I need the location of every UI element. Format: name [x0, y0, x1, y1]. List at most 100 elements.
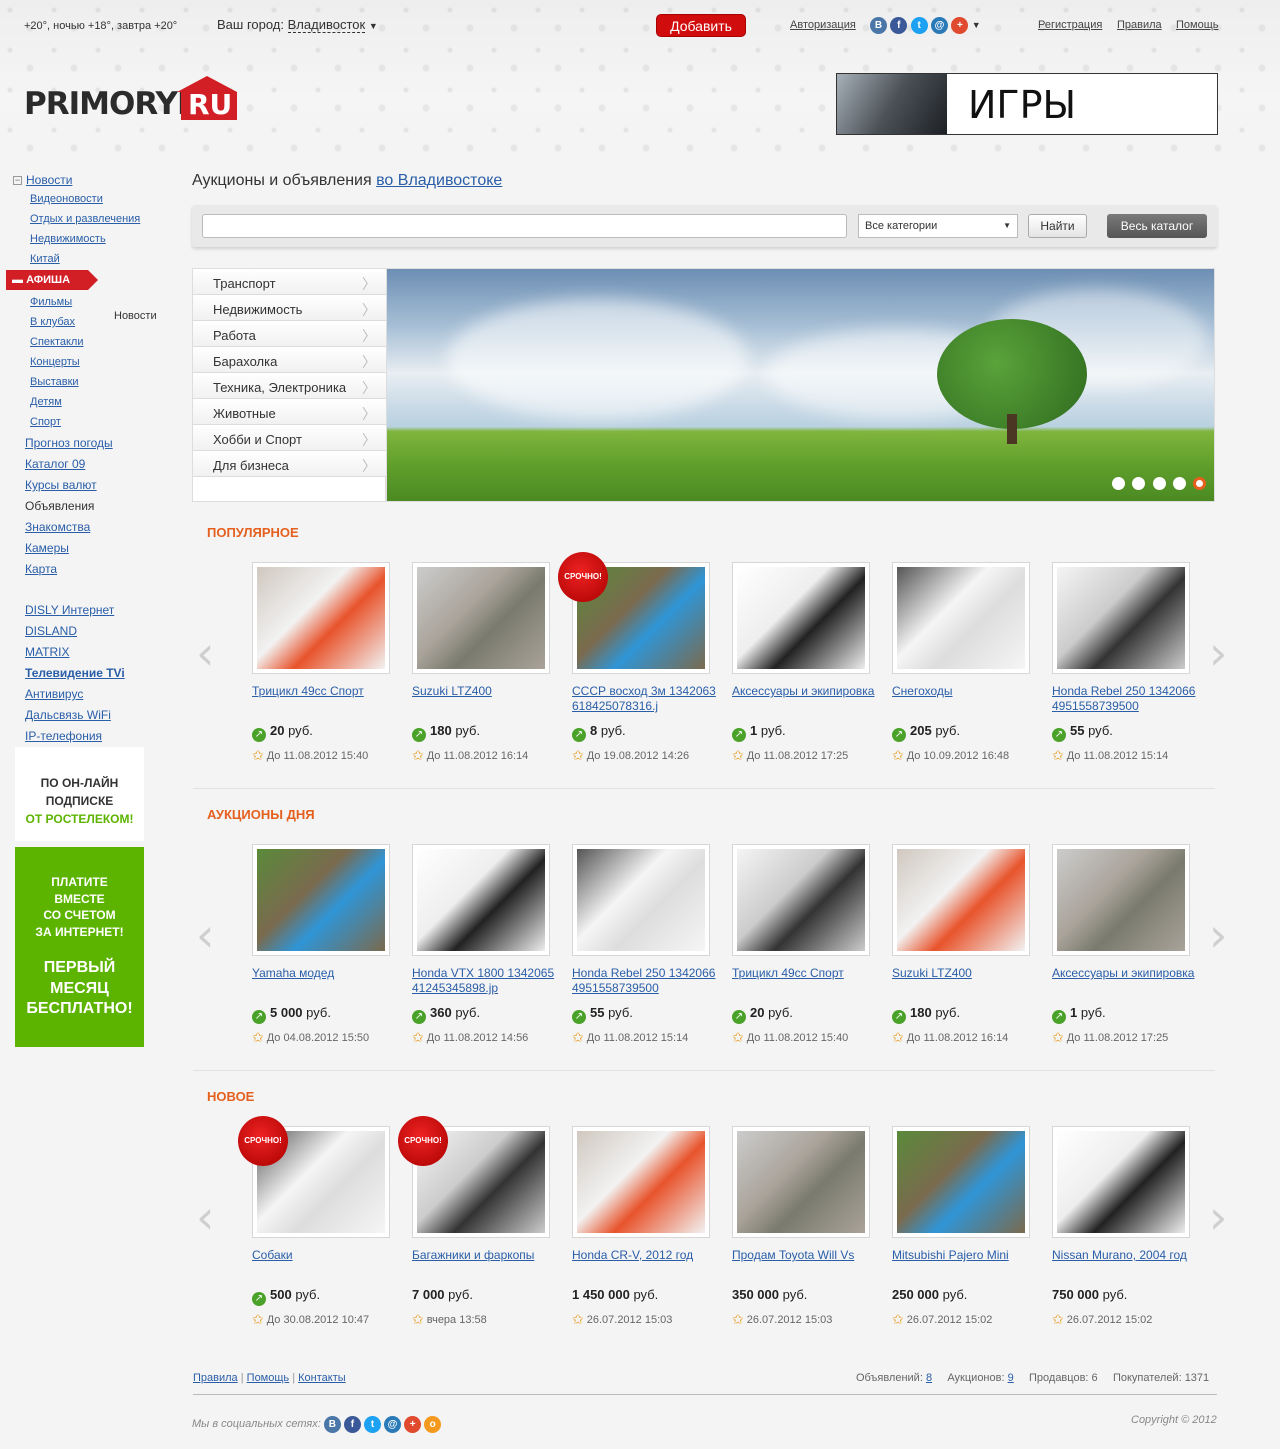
auctions-count-link[interactable]: 9	[1008, 1372, 1014, 1384]
nav-news-leisure[interactable]: Отдых и развлечения	[30, 213, 140, 225]
nav-ads-current[interactable]: Объявления	[25, 499, 94, 513]
nav-afisha-sport[interactable]: Спорт	[30, 416, 61, 428]
auth-link[interactable]: Авторизация	[790, 19, 856, 31]
nav-catalog[interactable]: Каталог 09	[25, 457, 85, 471]
item-image[interactable]	[252, 844, 390, 956]
favorite-star-icon[interactable]: ✩	[1052, 1029, 1064, 1046]
add-button[interactable]: Добавить	[656, 14, 746, 37]
nav-afisha-concerts[interactable]: Концерты	[30, 356, 80, 368]
mail-icon[interactable]: @	[931, 17, 949, 34]
favorite-star-icon[interactable]: ✩	[892, 1029, 904, 1046]
favorite-star-icon[interactable]: ✩	[412, 1311, 424, 1328]
google-icon[interactable]: +	[951, 17, 969, 34]
arrow-right-icon[interactable]: ›	[1209, 628, 1227, 678]
partner-wifi[interactable]: Дальсвязь WiFi	[25, 708, 111, 722]
category-animals[interactable]: Животные 〉	[193, 399, 386, 425]
city-link[interactable]: Владивосток	[287, 17, 366, 33]
item-title-link[interactable]: Трицикл 49сс Спорт	[252, 684, 397, 699]
nav-news-video[interactable]: Видеоновости	[30, 193, 103, 205]
nav-dating[interactable]: Знакомства	[25, 520, 90, 534]
item-title-link[interactable]: Yamaha модед	[252, 966, 397, 981]
partner-ip-phone[interactable]: IP-телефония	[25, 729, 102, 743]
item-image[interactable]	[892, 1126, 1030, 1238]
item-image[interactable]	[412, 562, 550, 674]
item-title-link[interactable]: Nissan Murano, 2004 год	[1052, 1248, 1197, 1263]
nav-map[interactable]: Карта	[25, 562, 57, 576]
category-realty[interactable]: Недвижимость 〉	[193, 295, 386, 321]
nav-news-china[interactable]: Китай	[30, 253, 60, 265]
find-button[interactable]: Найти	[1028, 214, 1087, 238]
nav-weather[interactable]: Прогноз погоды	[25, 436, 113, 450]
nav-news[interactable]: Новости	[26, 173, 72, 187]
chevron-down-icon[interactable]: ▼	[369, 21, 378, 31]
odnoklassniki-icon[interactable]: о	[424, 1416, 442, 1433]
slider-dot[interactable]	[1112, 477, 1125, 490]
vk-icon[interactable]: В	[870, 17, 887, 34]
search-input[interactable]	[202, 214, 847, 238]
favorite-star-icon[interactable]: ✩	[892, 1311, 904, 1328]
item-title-link[interactable]: Аксессуары и экипировка	[732, 684, 877, 699]
arrow-left-icon[interactable]: ‹	[196, 910, 214, 960]
catalog-button[interactable]: Весь каталог	[1107, 214, 1207, 238]
nav-currency[interactable]: Курсы валют	[25, 478, 97, 492]
partner-antivirus[interactable]: Антивирус	[25, 687, 83, 701]
favorite-star-icon[interactable]: ✩	[1052, 1311, 1064, 1328]
item-image[interactable]	[572, 1126, 710, 1238]
partner-disly[interactable]: DISLY Интернет	[25, 603, 114, 617]
facebook-icon[interactable]: f	[343, 1416, 361, 1433]
help-link[interactable]: Помощь	[1176, 19, 1219, 31]
nav-afisha-plays[interactable]: Спектакли	[30, 336, 84, 348]
item-title-link[interactable]: Suzuki LTZ400	[892, 966, 1037, 981]
register-link[interactable]: Регистрация	[1038, 19, 1102, 31]
category-hobby[interactable]: Хобби и Спорт 〉	[193, 425, 386, 451]
top-banner[interactable]: ИГРЫ	[836, 73, 1218, 135]
favorite-star-icon[interactable]: ✩	[1052, 747, 1064, 764]
twitter-icon[interactable]: t	[910, 17, 928, 34]
item-title-link[interactable]: Mitsubishi Pajero Mini	[892, 1248, 1037, 1263]
twitter-icon[interactable]: t	[363, 1416, 381, 1433]
partner-disland[interactable]: DISLAND	[25, 624, 77, 638]
ads-count-link[interactable]: 8	[926, 1372, 932, 1384]
item-title-link[interactable]: Снегоходы	[892, 684, 1037, 699]
arrow-right-icon[interactable]: ›	[1209, 910, 1227, 960]
favorite-star-icon[interactable]: ✩	[252, 1029, 264, 1046]
item-title-link[interactable]: Honda CR-V, 2012 год	[572, 1248, 717, 1263]
city-selector[interactable]: Ваш город: Владивосток ▼	[217, 17, 378, 33]
more-chevron-icon[interactable]: ▼	[972, 20, 981, 30]
nav-afisha[interactable]: ▬ АФИША	[6, 270, 88, 290]
mail-icon[interactable]: @	[384, 1416, 402, 1433]
facebook-icon[interactable]: f	[890, 17, 908, 34]
category-transport[interactable]: Транспорт 〉	[193, 269, 386, 295]
favorite-star-icon[interactable]: ✩	[252, 747, 264, 764]
favorite-star-icon[interactable]: ✩	[892, 747, 904, 764]
ad-rostelecom[interactable]: ПО ОН-ЛАЙН ПОДПИСКЕ ОТ РОСТЕЛЕКОМ!	[15, 747, 144, 841]
favorite-star-icon[interactable]: ✩	[572, 747, 584, 764]
partner-tvi[interactable]: Телевидение TVi	[25, 666, 125, 680]
rules-link[interactable]: Правила	[1117, 19, 1162, 31]
item-title-link[interactable]: Продам Toyota Will Vs	[732, 1248, 877, 1263]
item-title-link[interactable]: Suzuki LTZ400	[412, 684, 557, 699]
arrow-left-icon[interactable]: ‹	[196, 628, 214, 678]
item-title-link[interactable]: Аксессуары и экипировка	[1052, 966, 1197, 981]
item-image[interactable]	[732, 844, 870, 956]
item-title-link[interactable]: СССР восход 3м 1342063618425078316.j	[572, 684, 717, 714]
item-title-link[interactable]: Трицикл 49сс Спорт	[732, 966, 877, 981]
item-image[interactable]	[892, 844, 1030, 956]
ad-internet[interactable]: ПЛАТИТЕ ВМЕСТЕ СО СЧЕТОМ ЗА ИНТЕРНЕТ! ПЕ…	[15, 847, 144, 1047]
item-image[interactable]	[732, 1126, 870, 1238]
slider-dot-active[interactable]	[1193, 477, 1207, 490]
favorite-star-icon[interactable]: ✩	[732, 1311, 744, 1328]
item-image[interactable]	[412, 844, 550, 956]
nav-news-realty[interactable]: Недвижимость	[30, 233, 106, 245]
favorite-star-icon[interactable]: ✩	[732, 747, 744, 764]
category-business[interactable]: Для бизнеса 〉	[193, 451, 386, 477]
nav-cameras[interactable]: Камеры	[25, 541, 69, 555]
item-image[interactable]	[732, 562, 870, 674]
item-image[interactable]	[252, 562, 390, 674]
item-image[interactable]	[1052, 844, 1190, 956]
category-jobs[interactable]: Работа 〉	[193, 321, 386, 347]
nav-afisha-clubs[interactable]: В клубах	[30, 316, 75, 328]
collapse-icon[interactable]: −	[13, 176, 22, 185]
item-image[interactable]	[1052, 1126, 1190, 1238]
nav-afisha-films[interactable]: Фильмы	[30, 296, 72, 308]
